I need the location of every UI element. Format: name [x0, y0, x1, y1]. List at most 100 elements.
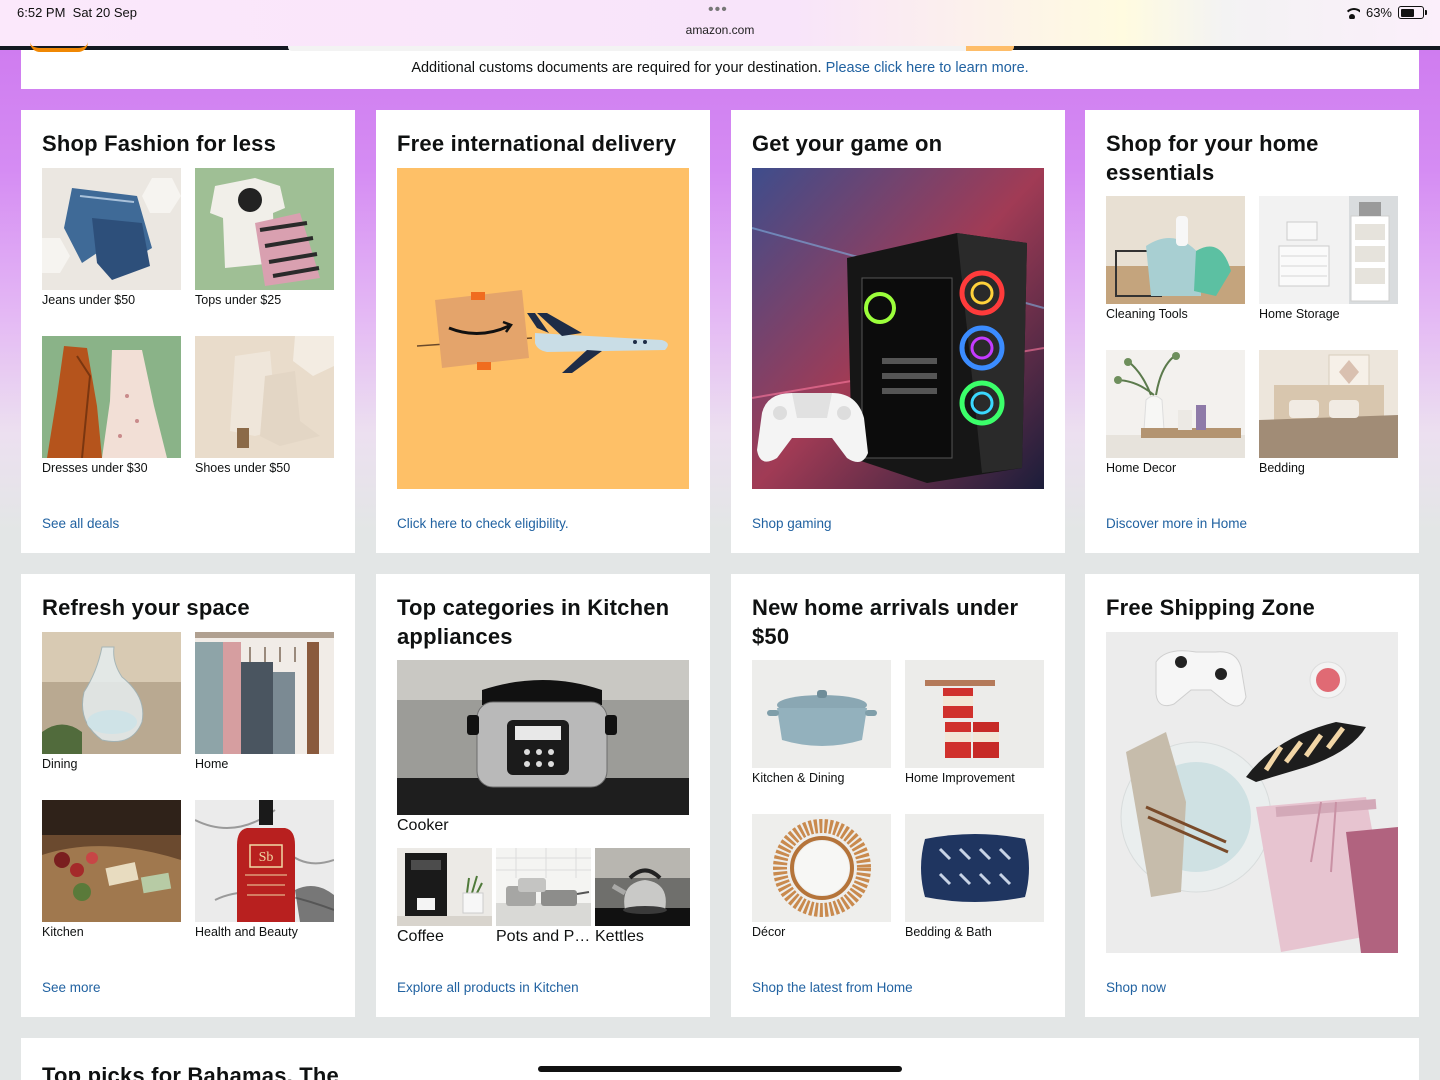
battery-percent: 63%: [1365, 5, 1392, 20]
card-home-essentials: Shop for your home essentials Cleaning T…: [1085, 110, 1419, 553]
tile-caption: Kettles: [595, 928, 644, 945]
card-top-picks: Top picks for Bahamas, The: [21, 1038, 1419, 1080]
tile-caption: Jeans under $50: [42, 293, 136, 307]
search-button[interactable]: [966, 46, 1014, 51]
search-input[interactable]: [288, 46, 968, 51]
free-shipping-image[interactable]: [1106, 632, 1398, 953]
tile-caption: Coffee: [397, 928, 444, 945]
tile-bedding[interactable]: Bedding: [1259, 350, 1398, 504]
tile-caption: Health and Beauty: [195, 925, 298, 939]
kitchen-platter-image: [42, 800, 181, 922]
tile-caption: Pots and P…: [496, 928, 591, 945]
tile-caption: Kitchen: [42, 925, 84, 939]
dining-image: [42, 632, 181, 754]
tile-caption: Dining: [42, 757, 78, 771]
address-bar-url[interactable]: amazon.com: [0, 23, 1440, 37]
tile-caption: Bedding: [1259, 461, 1305, 475]
tile-caption: Home: [195, 757, 229, 771]
tile-kettles[interactable]: Kettles: [595, 848, 690, 946]
tile-kitchen-dining[interactable]: Kitchen & Dining: [752, 660, 891, 814]
tile-dresses[interactable]: Dresses under $30: [42, 336, 181, 504]
pots-pans-image: [496, 848, 591, 926]
see-all-deals-link[interactable]: See all deals: [42, 516, 119, 531]
shop-gaming-link[interactable]: Shop gaming: [752, 516, 832, 531]
card-title: Free international delivery: [397, 131, 677, 156]
see-more-link[interactable]: See more: [42, 980, 101, 995]
tile-tops[interactable]: Tops under $25: [195, 168, 334, 336]
amazon-logo-icon[interactable]: [30, 42, 88, 52]
tile-cooker[interactable]: Cooker: [397, 660, 689, 835]
battery-icon: [1398, 6, 1427, 19]
tile-pots-pans[interactable]: Pots and P…: [496, 848, 591, 946]
tile-cleaning-tools[interactable]: Cleaning Tools: [1106, 196, 1245, 350]
tile-caption: Home Storage: [1259, 307, 1340, 321]
cooker-image: [397, 660, 689, 815]
health-beauty-image: Sb: [195, 800, 334, 922]
pillow-image: [905, 814, 1044, 922]
coffee-machine-image: [397, 848, 492, 926]
home-decor-image: [1106, 350, 1245, 458]
tile-home-decor[interactable]: Home Decor: [1106, 350, 1245, 504]
card-kitchen-appliances: Top categories in Kitchen appliances Coo…: [376, 574, 710, 1017]
ios-status-bar: 6:52 PM Sat 20 Sep ••• amazon.com 63%: [0, 0, 1440, 46]
tile-caption: Cleaning Tools: [1106, 307, 1188, 321]
explore-kitchen-link[interactable]: Explore all products in Kitchen: [397, 980, 579, 995]
card-title: Get your game on: [752, 131, 943, 156]
tile-caption: Home Decor: [1106, 461, 1177, 475]
card-title: Top categories in Kitchen appliances: [397, 595, 670, 649]
card-shop-fashion: Shop Fashion for less Jeans under $50 To…: [21, 110, 355, 553]
shop-now-link[interactable]: Shop now: [1106, 980, 1166, 995]
sunburst-mirror-image: [752, 814, 891, 922]
card-free-shipping-zone: Free Shipping Zone Shop now: [1085, 574, 1419, 1017]
home-indicator[interactable]: [538, 1066, 902, 1072]
gaming-pc-image[interactable]: [752, 168, 1044, 489]
tile-caption: Kitchen & Dining: [752, 771, 845, 785]
tile-caption: Dresses under $30: [42, 461, 148, 475]
jeans-image: [42, 168, 181, 290]
tile-home-improvement[interactable]: Home Improvement: [905, 660, 1044, 814]
learn-more-link[interactable]: Please click here to learn more.: [826, 60, 1029, 76]
check-eligibility-link[interactable]: Click here to check eligibility.: [397, 516, 569, 531]
tile-caption: Bedding & Bath: [905, 925, 992, 939]
card-gaming: Get your game on Shop gaming: [731, 110, 1065, 553]
tile-bedding-bath[interactable]: Bedding & Bath: [905, 814, 1044, 968]
home-storage-image: [1259, 196, 1398, 304]
cleaning-tools-image: [1106, 196, 1245, 304]
tile-caption: Décor: [752, 925, 786, 939]
card-international-delivery: Free international delivery Click here t…: [376, 110, 710, 553]
tile-jeans[interactable]: Jeans under $50: [42, 168, 181, 336]
tile-kitchen[interactable]: Kitchen: [42, 800, 181, 968]
tile-decor[interactable]: Décor: [752, 814, 891, 968]
status-indicators: 63%: [1343, 5, 1427, 20]
card-title: Shop Fashion for less: [42, 131, 277, 156]
home-towels-image: [195, 632, 334, 754]
discover-home-link[interactable]: Discover more in Home: [1106, 516, 1247, 531]
kettle-image: [595, 848, 690, 926]
customs-notice: Additional customs documents are require…: [21, 50, 1419, 89]
cooker-caption: Cooker: [397, 817, 449, 834]
svg-text:Sb: Sb: [259, 850, 274, 865]
tops-image: [195, 168, 334, 290]
tile-dining[interactable]: Dining: [42, 632, 181, 800]
shop-latest-home-link[interactable]: Shop the latest from Home: [752, 980, 913, 995]
wifi-icon: [1343, 7, 1360, 19]
bedding-image: [1259, 350, 1398, 458]
delivery-plane-image[interactable]: [397, 168, 689, 489]
card-refresh-space: Refresh your space Dining Home Kitchen S…: [21, 574, 355, 1017]
tile-caption: Shoes under $50: [195, 461, 291, 475]
status-time: 6:52 PM Sat 20 Sep: [17, 5, 137, 20]
tile-home-storage[interactable]: Home Storage: [1259, 196, 1398, 350]
tile-caption: Tops under $25: [195, 293, 282, 307]
dresses-image: [42, 336, 181, 458]
tile-shoes[interactable]: Shoes under $50: [195, 336, 334, 504]
tile-coffee[interactable]: Coffee: [397, 848, 492, 946]
tile-caption: Home Improvement: [905, 771, 1015, 785]
card-new-home-arrivals: New home arrivals under $50 Kitchen & Di…: [731, 574, 1065, 1017]
card-title: New home arrivals under $50: [752, 595, 1019, 649]
card-title: Shop for your home essentials: [1106, 131, 1319, 185]
tile-health-beauty[interactable]: Sb Health and Beauty: [195, 800, 334, 968]
notice-text: Additional customs documents are require…: [411, 60, 822, 76]
card-title: Refresh your space: [42, 595, 250, 620]
tile-home[interactable]: Home: [195, 632, 334, 800]
more-dots-icon[interactable]: •••: [708, 1, 728, 19]
